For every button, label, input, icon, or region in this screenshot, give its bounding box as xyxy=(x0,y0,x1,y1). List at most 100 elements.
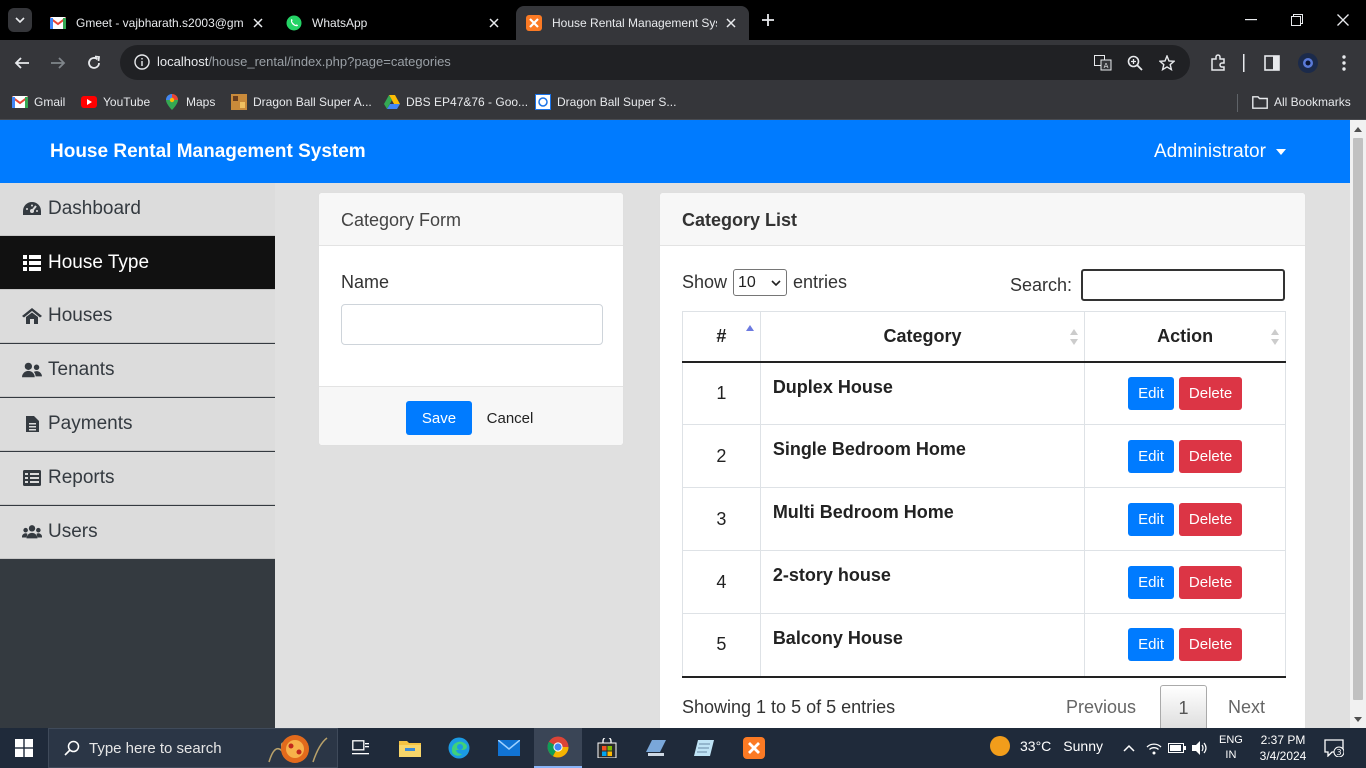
bookmark-youtube[interactable]: YouTube xyxy=(81,92,150,112)
page-viewport: House Rental Management System Administr… xyxy=(0,120,1350,728)
page-scrollbar[interactable] xyxy=(1350,120,1366,728)
form-footer: Save Cancel xyxy=(319,386,623,445)
pagination-previous[interactable]: Previous xyxy=(1066,697,1136,718)
category-table: # Category Action 1 Duplex House Edit De… xyxy=(682,311,1286,678)
edge-button[interactable] xyxy=(435,728,483,768)
new-tab-button[interactable] xyxy=(756,8,780,32)
side-panel-icon[interactable] xyxy=(1261,52,1283,74)
entries-label: entries xyxy=(793,272,848,292)
info-icon[interactable] xyxy=(134,54,150,70)
file-explorer-button[interactable] xyxy=(386,728,434,768)
minimize-button[interactable] xyxy=(1228,6,1274,34)
restore-button[interactable] xyxy=(1274,6,1320,34)
close-icon[interactable] xyxy=(486,15,502,31)
column-header-category[interactable]: Category xyxy=(759,311,1086,363)
sidebar-item-reports[interactable]: Reports xyxy=(0,452,275,505)
bookmark-gmail[interactable]: Gmail xyxy=(12,92,65,112)
close-icon[interactable] xyxy=(723,15,739,31)
notepad-icon xyxy=(694,740,714,756)
column-header-action[interactable]: Action xyxy=(1084,311,1286,363)
bookmark-star-icon[interactable] xyxy=(1157,53,1177,73)
sidebar-item-dashboard[interactable]: Dashboard xyxy=(0,183,275,236)
language-indicator[interactable]: ENG IN xyxy=(1219,733,1243,763)
task-view-icon xyxy=(352,740,369,755)
extensions-icon[interactable] xyxy=(1207,52,1229,74)
menu-dots-icon[interactable] xyxy=(1333,52,1355,74)
edit-button[interactable]: Edit xyxy=(1128,565,1175,599)
bookmark-dragon-ball-s[interactable]: Dragon Ball Super S... xyxy=(535,92,676,112)
sidebar-item-payments[interactable]: Payments xyxy=(0,398,275,451)
translate-icon[interactable]: A xyxy=(1093,53,1113,73)
delete-button[interactable]: Delete xyxy=(1179,439,1243,473)
profile-avatar[interactable] xyxy=(1297,52,1319,74)
column-header-number[interactable]: # xyxy=(682,311,761,363)
notepad-button[interactable] xyxy=(681,728,729,768)
scrollbar-thumb[interactable] xyxy=(1353,138,1363,700)
name-input[interactable] xyxy=(341,304,603,345)
bookmark-maps[interactable]: Maps xyxy=(164,92,215,112)
search-placeholder: Type here to search xyxy=(89,739,222,757)
row-category: Single Bedroom Home xyxy=(759,424,1086,488)
gmail-icon xyxy=(50,15,66,31)
wifi-icon[interactable] xyxy=(1144,738,1164,758)
tab-search-button[interactable] xyxy=(8,8,32,32)
forward-button[interactable] xyxy=(45,50,71,76)
delete-button[interactable]: Delete xyxy=(1179,628,1243,662)
youtube-icon xyxy=(81,94,97,110)
edit-button[interactable]: Edit xyxy=(1128,502,1175,536)
scroll-down-icon[interactable] xyxy=(1353,714,1363,724)
chevron-up-icon[interactable] xyxy=(1119,738,1139,758)
edit-button[interactable]: Edit xyxy=(1128,439,1175,473)
chrome-button[interactable] xyxy=(534,728,582,768)
start-button[interactable] xyxy=(0,728,48,768)
pagination-next[interactable]: Next xyxy=(1228,697,1265,718)
close-icon[interactable] xyxy=(250,15,266,31)
task-view-button[interactable] xyxy=(337,728,385,768)
store-button[interactable] xyxy=(583,728,631,768)
taskbar-search-box[interactable]: Type here to search xyxy=(48,728,338,768)
page-size-select[interactable]: 10 xyxy=(733,269,788,296)
save-button[interactable]: Save xyxy=(406,401,472,435)
bookmark-dbs-drive[interactable]: DBS EP47&76 - Goo... xyxy=(384,92,528,112)
battery-icon[interactable] xyxy=(1167,738,1187,758)
row-category: Multi Bedroom Home xyxy=(759,487,1086,551)
browser-tab-house-rental[interactable]: House Rental Management Syst xyxy=(516,6,749,40)
sidebar-item-tenants[interactable]: Tenants xyxy=(0,344,275,397)
pagination-page-current[interactable]: 1 xyxy=(1160,685,1207,728)
system-clock[interactable]: 2:37 PM 3/4/2024 xyxy=(1255,732,1311,764)
user-menu-dropdown[interactable]: Administrator xyxy=(1154,141,1286,163)
close-window-button[interactable] xyxy=(1320,6,1366,34)
app-header: House Rental Management System Administr… xyxy=(0,120,1350,183)
sidebar-item-label: Reports xyxy=(48,467,115,488)
notification-center-button[interactable]: 3 xyxy=(1322,736,1346,760)
sidebar-item-users[interactable]: Users xyxy=(0,506,275,559)
browser-tab-whatsapp[interactable]: WhatsApp xyxy=(276,6,512,40)
delete-button[interactable]: Delete xyxy=(1179,565,1243,599)
delete-button[interactable]: Delete xyxy=(1179,502,1243,536)
edit-button[interactable]: Edit xyxy=(1128,376,1175,410)
mail-button[interactable] xyxy=(485,728,533,768)
volume-icon[interactable] xyxy=(1190,738,1210,758)
edit-button[interactable]: Edit xyxy=(1128,628,1175,662)
sun-icon xyxy=(990,736,1010,756)
group-icon xyxy=(22,522,42,542)
xampp-button[interactable] xyxy=(730,728,778,768)
remote-desktop-button[interactable] xyxy=(632,728,680,768)
search-label: Search: xyxy=(1010,275,1073,295)
image-icon xyxy=(231,94,247,110)
delete-button[interactable]: Delete xyxy=(1179,376,1243,410)
windows-taskbar: Type here to search 33°C Sunny ENG IN 2:… xyxy=(0,728,1366,768)
address-bar[interactable]: localhost/house_rental/index.php?page=ca… xyxy=(120,45,1190,80)
search-input[interactable] xyxy=(1081,269,1285,301)
scroll-up-icon[interactable] xyxy=(1353,124,1363,134)
sidebar-item-houses[interactable]: Houses xyxy=(0,290,275,343)
weather-widget[interactable]: 33°C Sunny xyxy=(990,736,1103,756)
bookmark-dragon-ball-a[interactable]: Dragon Ball Super A... xyxy=(231,92,372,112)
sidebar-item-house-type[interactable]: House Type xyxy=(0,236,275,290)
browser-tab-gmeet[interactable]: Gmeet - vajbharath.s2003@gm xyxy=(40,6,276,40)
zoom-icon[interactable] xyxy=(1125,53,1145,73)
back-button[interactable] xyxy=(9,50,35,76)
all-bookmarks-button[interactable]: All Bookmarks xyxy=(1252,92,1351,112)
cancel-button[interactable]: Cancel xyxy=(487,401,534,435)
reload-button[interactable] xyxy=(81,50,107,76)
